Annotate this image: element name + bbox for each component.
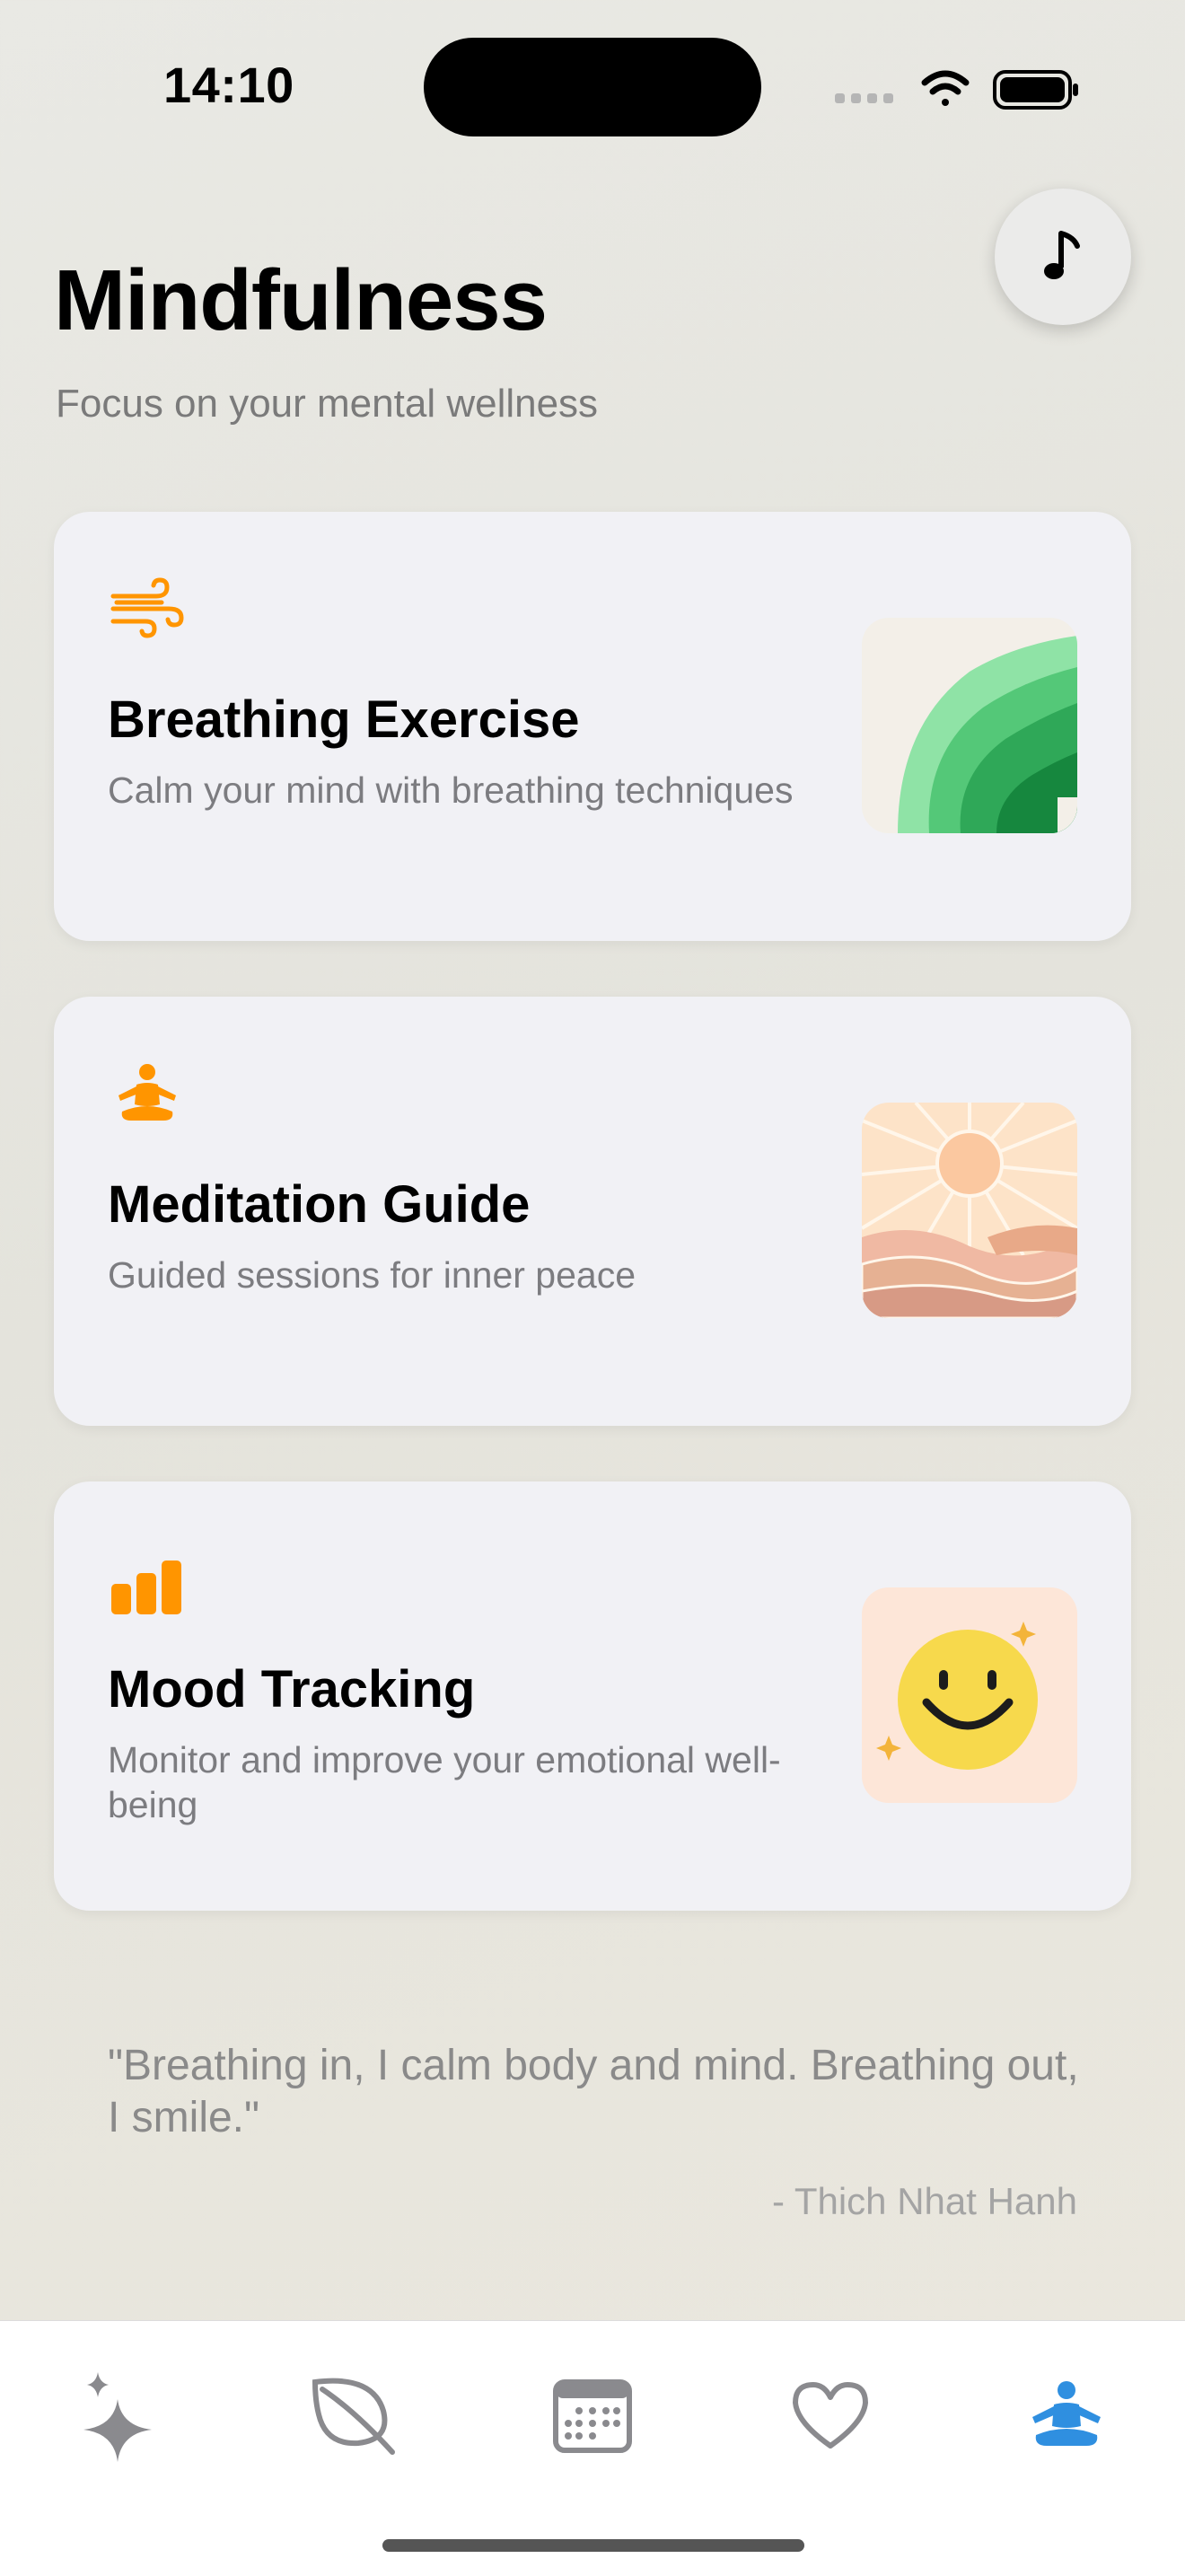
card-description: Guided sessions for inner peace xyxy=(108,1254,636,1296)
cellular-signal-icon xyxy=(835,93,893,103)
card-title: Mood Tracking xyxy=(108,1660,476,1719)
card-title: Breathing Exercise xyxy=(108,690,580,749)
quote-text: "Breathing in, I calm body and mind. Bre… xyxy=(108,2042,1079,2141)
meditation-guide-card[interactable]: Meditation Guide Guided sessions for inn… xyxy=(54,997,1131,1426)
breathing-exercise-card[interactable]: Breathing Exercise Calm your mind with b… xyxy=(54,512,1131,941)
battery-icon xyxy=(993,70,1078,110)
mood-tracking-card[interactable]: Mood Tracking Monitor and improve your e… xyxy=(54,1481,1131,1911)
meditation-figure-icon xyxy=(110,1058,185,1133)
tab-leaf[interactable] xyxy=(305,2366,404,2465)
page-subtitle: Focus on your mental wellness xyxy=(56,382,599,426)
status-icons xyxy=(835,63,1079,113)
wifi-icon xyxy=(921,70,970,106)
leaf-icon xyxy=(312,2378,395,2455)
bar-chart-icon xyxy=(110,1543,185,1618)
meditation-figure-icon xyxy=(1032,2381,1101,2446)
dynamic-island xyxy=(424,38,761,136)
tab-calendar[interactable] xyxy=(543,2366,642,2465)
card-description: Calm your mind with breathing techniques xyxy=(108,769,794,811)
heart-icon xyxy=(793,2382,868,2449)
wind-icon xyxy=(110,573,185,648)
music-note-icon xyxy=(1044,231,1080,279)
card-title: Meditation Guide xyxy=(108,1175,531,1234)
quote-author: - Thich Nhat Hanh xyxy=(771,2180,1077,2222)
status-bar: 14:10 xyxy=(0,0,1185,180)
music-button[interactable] xyxy=(995,189,1131,325)
sparkles-icon xyxy=(83,2372,152,2462)
tab-bar xyxy=(0,2320,1185,2576)
card-description: Monitor and improve your emotional well-… xyxy=(108,1739,781,1825)
status-time: 14:10 xyxy=(163,57,294,113)
smiley-illustration xyxy=(862,1587,1077,1803)
tab-sparkles[interactable] xyxy=(70,2366,169,2465)
page-title: Mindfulness xyxy=(54,252,548,348)
breathing-illustration xyxy=(862,618,1077,833)
home-indicator xyxy=(382,2539,804,2552)
tab-meditation[interactable] xyxy=(1017,2366,1116,2465)
calendar-icon xyxy=(553,2379,632,2453)
sunrise-illustration xyxy=(862,1103,1077,1318)
tab-heart[interactable] xyxy=(781,2366,880,2465)
